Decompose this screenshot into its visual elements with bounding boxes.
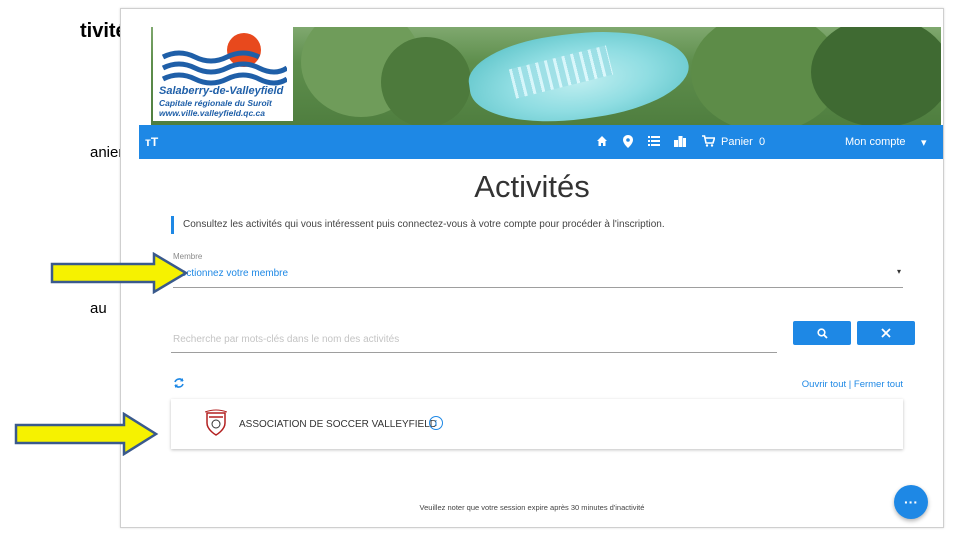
- cart-icon[interactable]: [701, 134, 715, 148]
- document-text-line: au: [90, 300, 107, 317]
- member-select-underline: [173, 287, 903, 288]
- close-all-link[interactable]: Fermer tout: [854, 379, 903, 390]
- location-pin-icon[interactable]: [621, 134, 635, 148]
- more-options-button[interactable]: ···: [894, 485, 928, 519]
- list-icon[interactable]: [647, 134, 661, 148]
- open-all-link[interactable]: Ouvrir tout: [802, 379, 846, 390]
- intro-accent-bar: [171, 216, 174, 234]
- soccer-club-crest-icon: [205, 409, 227, 436]
- search-icon: [816, 327, 828, 339]
- expand-collapse-controls: Ouvrir tout | Fermer tout: [771, 379, 903, 390]
- city-building-icon[interactable]: [673, 134, 687, 148]
- refresh-icon[interactable]: [173, 377, 185, 389]
- organization-name: ASSOCIATION DE SOCCER VALLEYFIELD: [239, 419, 438, 430]
- intro-text: Consultez les activités qui vous intéres…: [183, 219, 665, 230]
- annotation-arrow-icon: [14, 412, 159, 456]
- waves-icon: [161, 50, 287, 86]
- logo-city-name: Salaberry-de-Valleyfield: [159, 85, 284, 97]
- home-icon[interactable]: [595, 134, 609, 148]
- logo-url: www.ville.valleyfield.qc.ca: [159, 108, 265, 118]
- text-size-icon[interactable]: ᴛT: [145, 135, 158, 149]
- chevron-down-icon[interactable]: ▾: [921, 136, 927, 149]
- link-separator: |: [846, 379, 854, 390]
- search-button[interactable]: [793, 321, 851, 345]
- chevron-down-icon[interactable]: ▾: [897, 267, 901, 276]
- top-navbar: ᴛT Panier 0 Mon compte ▾: [139, 125, 943, 159]
- account-menu[interactable]: Mon compte: [845, 136, 906, 148]
- cart-count-badge: 0: [759, 136, 766, 148]
- page-title: Activités: [474, 169, 590, 204]
- city-logo[interactable]: Salaberry-de-Valleyfield Capitale région…: [153, 27, 293, 121]
- member-select[interactable]: électionnez votre membre: [173, 268, 288, 279]
- search-input[interactable]: [171, 327, 777, 353]
- app-window: Salaberry-de-Valleyfield Capitale région…: [120, 8, 944, 528]
- cart-link[interactable]: Panier: [721, 136, 753, 148]
- logo-tagline: Capitale régionale du Suroît: [159, 98, 272, 108]
- info-icon[interactable]: i: [429, 416, 443, 430]
- annotation-arrow-icon: [50, 252, 189, 294]
- organization-item[interactable]: ASSOCIATION DE SOCCER VALLEYFIELD i: [171, 399, 903, 449]
- clear-search-button[interactable]: [857, 321, 915, 345]
- close-icon: [881, 328, 891, 338]
- session-notice: Veuillez noter que votre session expire …: [419, 503, 645, 512]
